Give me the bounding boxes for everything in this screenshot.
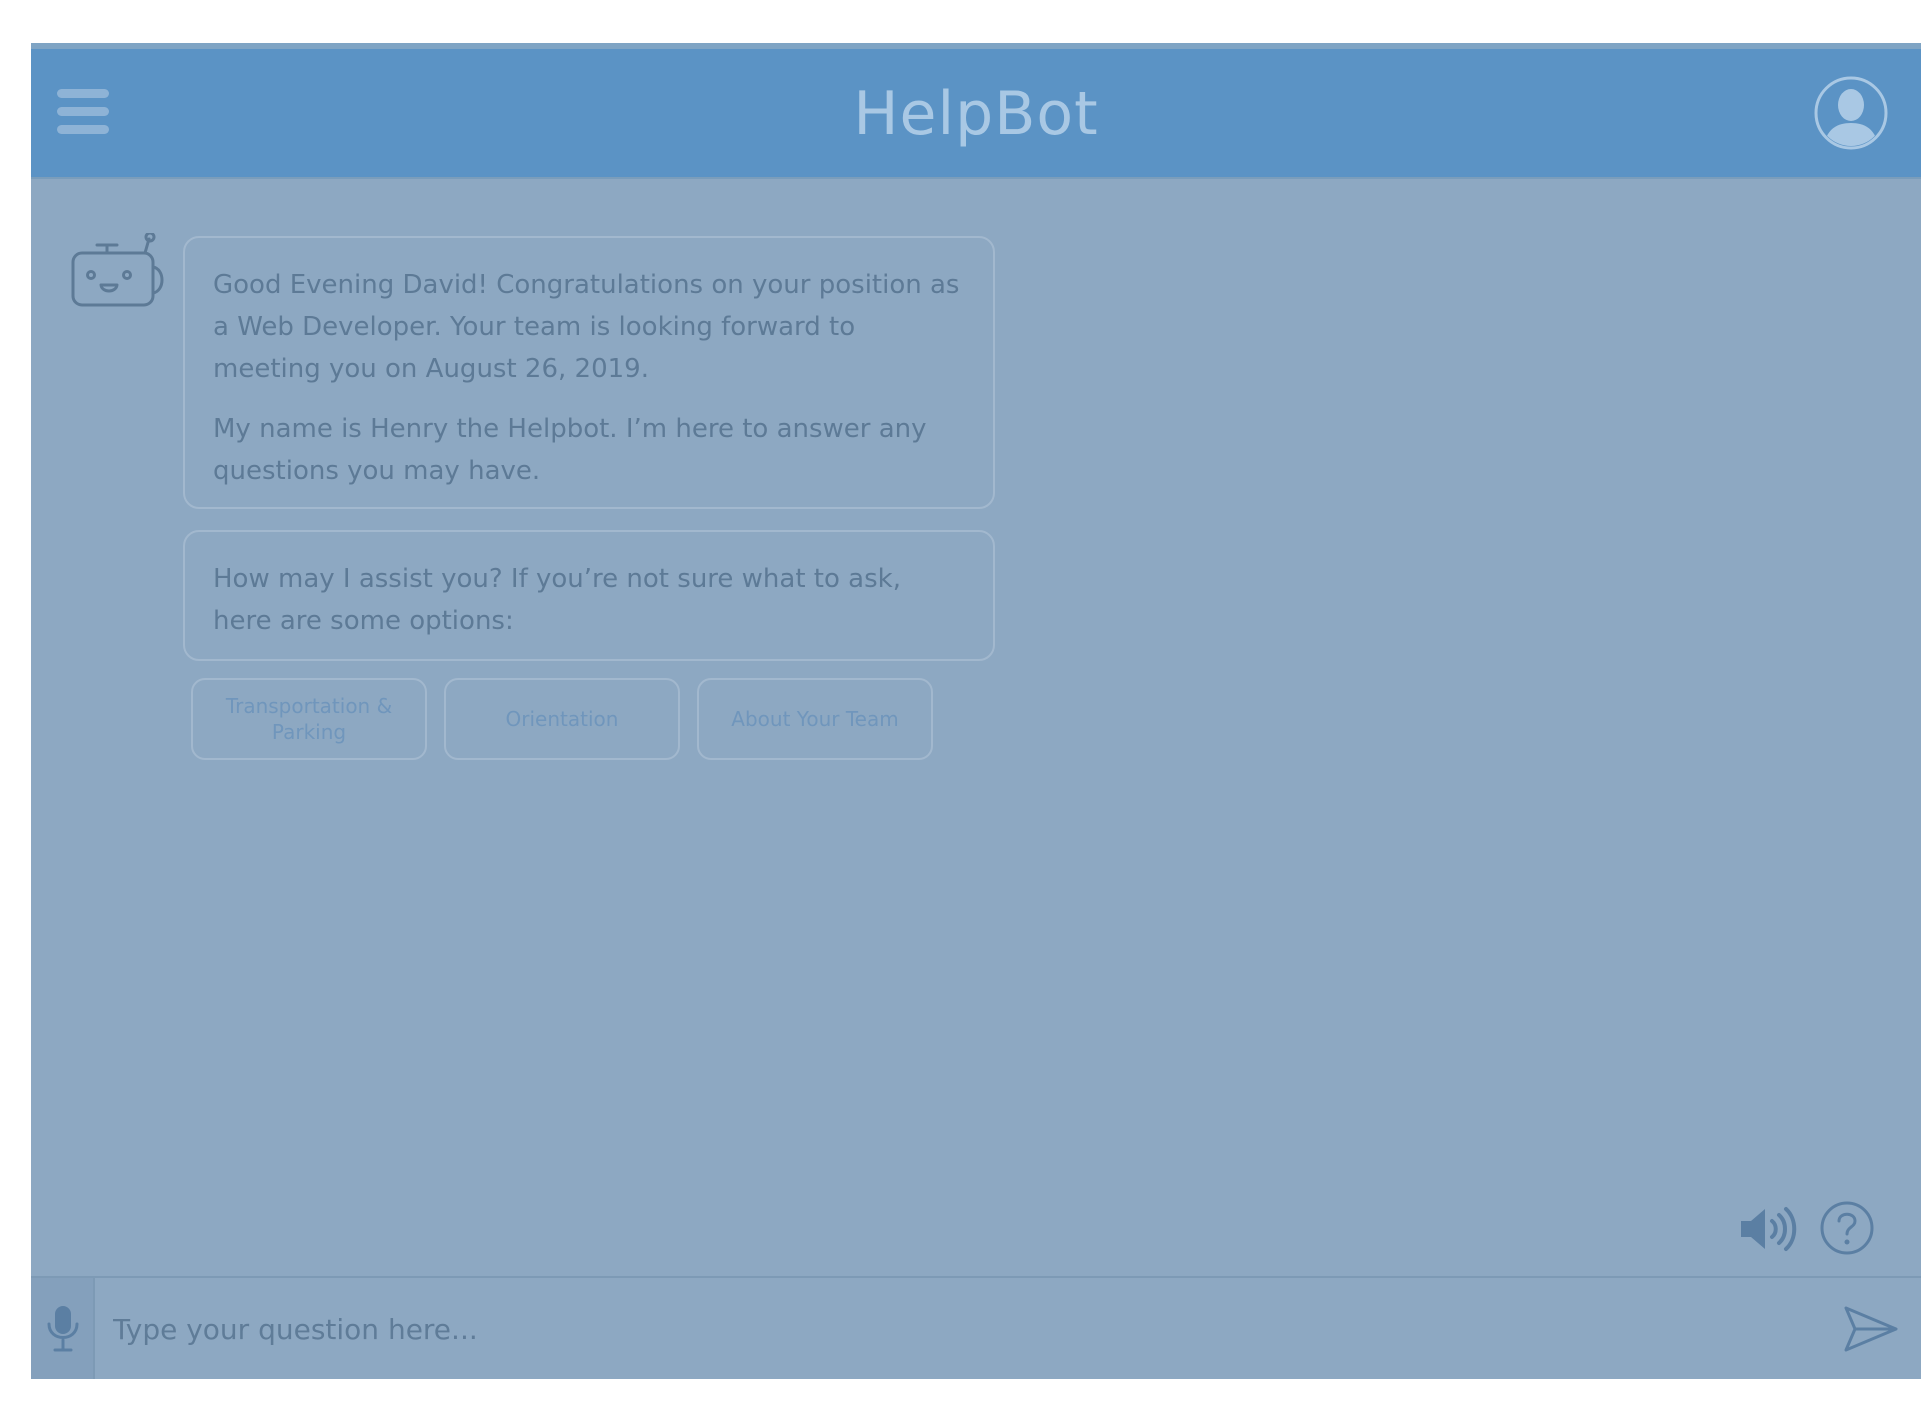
bot-message-greeting: Good Evening David! Congratulations on y… <box>183 236 995 509</box>
app-title: HelpBot <box>853 79 1099 149</box>
message-text: How may I assist you? If you’re not sure… <box>213 564 901 636</box>
option-transportation-parking-button[interactable]: Transportation & Parking <box>191 678 427 760</box>
bot-message-options-prompt: How may I assist you? If you’re not sure… <box>183 530 995 661</box>
send-button[interactable] <box>1843 1304 1899 1354</box>
user-avatar-icon <box>1814 76 1888 150</box>
option-about-your-team-button[interactable]: About Your Team <box>697 678 933 760</box>
robot-icon <box>71 231 164 307</box>
option-orientation-button[interactable]: Orientation <box>444 678 680 760</box>
question-input[interactable] <box>111 1298 1795 1360</box>
speaker-icon <box>1741 1207 1797 1251</box>
microphone-icon <box>47 1306 79 1352</box>
message-input-bar <box>31 1276 1921 1379</box>
message-text: My name is Henry the Helpbot. I’m here t… <box>213 414 927 486</box>
helpbot-window: HelpBot Good Evening David! Congratulati… <box>31 43 1921 1379</box>
user-profile-button[interactable] <box>1813 75 1889 151</box>
sound-toggle-button[interactable] <box>1739 1204 1797 1259</box>
help-button[interactable] <box>1819 1200 1875 1261</box>
message-text: Good Evening David! Congratulations on y… <box>213 270 960 384</box>
send-icon <box>1844 1306 1898 1352</box>
question-mark-icon <box>1820 1201 1874 1255</box>
microphone-button[interactable] <box>31 1278 95 1379</box>
header-bar: HelpBot <box>31 43 1921 179</box>
bot-avatar <box>69 231 169 313</box>
